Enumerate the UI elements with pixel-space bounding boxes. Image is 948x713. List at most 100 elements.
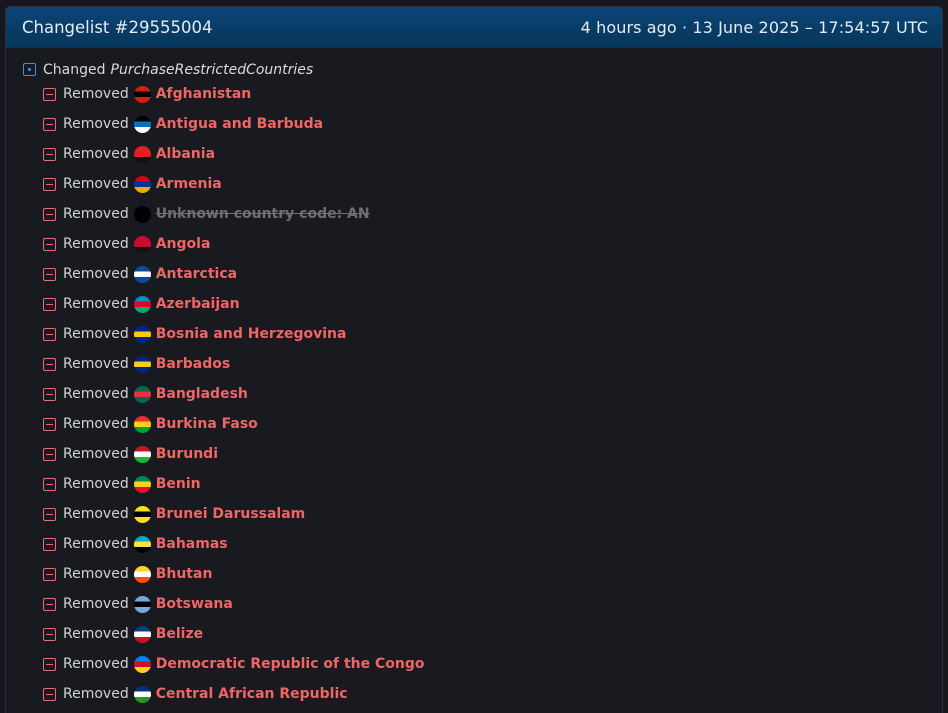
country-name[interactable]: Barbados (156, 356, 230, 372)
change-entry: Changed PurchaseRestrictedCountries (23, 60, 942, 79)
flag-icon (133, 295, 151, 313)
removed-icon (43, 627, 56, 641)
flag-icon (133, 415, 151, 433)
change-key: PurchaseRestrictedCountries (110, 61, 314, 78)
flag-icon (133, 655, 151, 673)
flag-icon (133, 355, 151, 373)
list-item: Removed Benin (43, 469, 942, 499)
country-name[interactable]: Angola (156, 236, 211, 252)
removed-icon (43, 477, 56, 491)
removed-icon (43, 537, 56, 551)
removed-icon (43, 87, 56, 101)
country-name[interactable]: Antarctica (156, 266, 237, 282)
item-verb: Removed (63, 86, 129, 102)
country-name[interactable]: Azerbaijan (156, 296, 240, 312)
item-verb: Removed (63, 176, 129, 192)
item-verb: Removed (63, 446, 129, 462)
item-verb: Removed (63, 206, 129, 222)
list-item: Removed Burundi (43, 439, 942, 469)
country-name[interactable]: Botswana (156, 596, 233, 612)
country-name[interactable]: Bahamas (156, 536, 228, 552)
changelist-header: Changelist #29555004 4 hours ago · 13 Ju… (6, 7, 942, 48)
item-verb: Removed (63, 386, 129, 402)
list-item: Removed Azerbaijan (43, 289, 942, 319)
item-verb: Removed (63, 506, 129, 522)
flag-icon (133, 145, 151, 163)
list-item: Removed Afghanistan (43, 79, 942, 109)
list-item: Removed Bahamas (43, 529, 942, 559)
item-verb: Removed (63, 686, 129, 702)
item-verb: Removed (63, 146, 129, 162)
changelist-body: Changed PurchaseRestrictedCountries Remo… (6, 48, 942, 709)
item-verb: Removed (63, 296, 129, 312)
country-name[interactable]: Bosnia and Herzegovina (156, 326, 347, 342)
country-name[interactable]: Burundi (156, 446, 218, 462)
list-item: Removed Unknown country code: AN (43, 199, 942, 229)
item-verb: Removed (63, 566, 129, 582)
country-name[interactable]: Afghanistan (156, 86, 252, 102)
flag-icon (133, 475, 151, 493)
item-verb: Removed (63, 356, 129, 372)
item-verb: Removed (63, 626, 129, 642)
flag-icon (133, 595, 151, 613)
country-name[interactable]: Unknown country code: AN (156, 206, 370, 222)
changed-icon (23, 63, 36, 76)
removed-icon (43, 267, 56, 281)
flag-icon (133, 565, 151, 583)
item-verb: Removed (63, 416, 129, 432)
list-item: Removed Albania (43, 139, 942, 169)
change-verb: Changed (43, 61, 106, 78)
country-name[interactable]: Belize (156, 626, 203, 642)
flag-icon (133, 175, 151, 193)
removed-icon (43, 237, 56, 251)
list-item: Removed Burkina Faso (43, 409, 942, 439)
removed-icon (43, 357, 56, 371)
removed-icon (43, 567, 56, 581)
removed-icon (43, 657, 56, 671)
removed-icon (43, 597, 56, 611)
removed-icon (43, 207, 56, 221)
flag-icon (133, 325, 151, 343)
flag-icon (133, 385, 151, 403)
flag-icon (133, 445, 151, 463)
removed-icon (43, 327, 56, 341)
country-name[interactable]: Antigua and Barbuda (156, 116, 323, 132)
country-name[interactable]: Benin (156, 476, 201, 492)
removed-icon (43, 687, 56, 701)
removed-icon (43, 447, 56, 461)
country-name[interactable]: Albania (156, 146, 215, 162)
list-item: Removed Antigua and Barbuda (43, 109, 942, 139)
list-item: Removed Angola (43, 229, 942, 259)
item-verb: Removed (63, 236, 129, 252)
removed-icon (43, 117, 56, 131)
flag-icon (133, 685, 151, 703)
list-item: Removed Bosnia and Herzegovina (43, 319, 942, 349)
item-verb: Removed (63, 476, 129, 492)
list-item: Removed Antarctica (43, 259, 942, 289)
item-verb: Removed (63, 266, 129, 282)
country-name[interactable]: Central African Republic (156, 686, 348, 702)
item-verb: Removed (63, 326, 129, 342)
country-name[interactable]: Bhutan (156, 566, 213, 582)
list-item: Removed Central African Republic (43, 679, 942, 709)
list-item: Removed Bhutan (43, 559, 942, 589)
country-name[interactable]: Armenia (156, 176, 222, 192)
list-item: Removed Democratic Republic of the Congo (43, 649, 942, 679)
list-item: Removed Bangladesh (43, 379, 942, 409)
flag-icon (133, 85, 151, 103)
country-name[interactable]: Democratic Republic of the Congo (156, 656, 425, 672)
removed-icon (43, 507, 56, 521)
flag-icon (133, 535, 151, 553)
changelist-panel: Changelist #29555004 4 hours ago · 13 Ju… (5, 6, 943, 713)
list-item: Removed Brunei Darussalam (43, 499, 942, 529)
country-name[interactable]: Bangladesh (156, 386, 248, 402)
country-name[interactable]: Burkina Faso (156, 416, 258, 432)
removed-icon (43, 297, 56, 311)
item-verb: Removed (63, 596, 129, 612)
country-name[interactable]: Brunei Darussalam (156, 506, 306, 522)
list-item: Removed Barbados (43, 349, 942, 379)
changelist-title[interactable]: Changelist #29555004 (22, 18, 212, 37)
removed-icon (43, 417, 56, 431)
flag-icon (133, 205, 151, 223)
changelist-timestamp: 4 hours ago · 13 June 2025 – 17:54:57 UT… (580, 18, 928, 37)
